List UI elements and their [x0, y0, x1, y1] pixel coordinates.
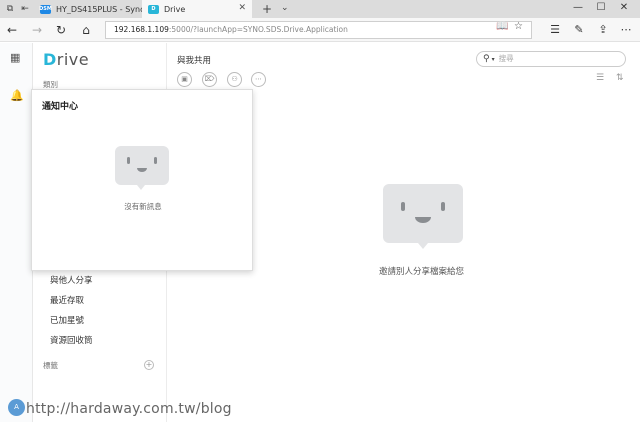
forward-arrow-icon[interactable]: →	[29, 22, 45, 38]
minimize-icon[interactable]: —	[571, 2, 585, 13]
tab-list-chevron-icon[interactable]: ⌄	[281, 3, 289, 13]
tab-drive[interactable]: D Drive ✕	[142, 0, 252, 18]
set-tabs-aside-icon[interactable]: ⇤	[19, 3, 31, 15]
tab-label: HY_DS415PLUS - Synology I	[56, 4, 142, 14]
left-rail: ▦ 🔔 A	[0, 43, 33, 422]
close-tab-icon[interactable]: ✕	[238, 3, 246, 13]
tab-synology[interactable]: DSM HY_DS415PLUS - Synology I	[34, 0, 142, 18]
speech-tail	[137, 185, 145, 190]
apps-grid-icon[interactable]: ▦	[10, 51, 20, 64]
browser-tab-bar: ⧉ ⇤ DSM HY_DS415PLUS - Synology I D Driv…	[0, 0, 640, 18]
search-icon: ⚲	[483, 54, 490, 64]
avatar[interactable]: A	[8, 399, 25, 416]
back-arrow-icon[interactable]: ←	[4, 22, 20, 38]
drive-logo: Drive	[43, 50, 90, 69]
maximize-icon[interactable]: ☐	[594, 2, 608, 13]
favorites-hub-icon[interactable]: ☰	[548, 23, 562, 37]
more-menu-icon[interactable]: ⋯	[619, 23, 633, 37]
tag-button[interactable]: ⌦	[202, 72, 217, 87]
empty-state-illustration	[383, 184, 463, 249]
speech-tail	[418, 243, 428, 249]
watermark: http://hardaway.com.tw/blog	[26, 401, 232, 417]
notification-empty-text: 沒有新訊息	[124, 202, 162, 211]
no-notification-illustration	[115, 146, 169, 190]
eye	[127, 157, 130, 164]
eye	[154, 157, 157, 164]
reading-view-icon[interactable]: 📖	[496, 21, 508, 32]
url-host: 192.168.1.109	[114, 25, 169, 34]
list-view-icon[interactable]: ☰	[596, 73, 604, 83]
synology-favicon-icon: DSM	[39, 4, 52, 14]
sidebar-item-recycle-bin[interactable]: 資源回收筒	[50, 334, 93, 346]
close-window-icon[interactable]: ✕	[617, 2, 631, 13]
sidebar-item-starred[interactable]: 已加星號	[50, 314, 84, 326]
search-input[interactable]: ⚲ ▾ 搜尋	[476, 51, 626, 67]
drive-favicon-icon: D	[148, 4, 159, 14]
chevron-down-icon: ▾	[491, 56, 495, 63]
favorite-star-icon[interactable]: ☆	[514, 21, 523, 32]
url-path: :5000/?launchApp=SYNO.SDS.Drive.Applicat…	[168, 25, 348, 34]
notification-bell-icon[interactable]: 🔔	[10, 89, 24, 102]
tab-label: Drive	[164, 4, 186, 14]
more-actions-button[interactable]: ⋯	[251, 72, 266, 87]
tab-actions-icon[interactable]: ⧉	[4, 3, 16, 15]
share-user-button[interactable]: ⚇	[227, 72, 242, 87]
address-bar[interactable]: 192.168.1.109:5000/?launchApp=SYNO.SDS.D…	[105, 21, 532, 39]
refresh-icon[interactable]: ↻	[53, 22, 69, 38]
download-button[interactable]: ▣	[177, 72, 192, 87]
eye	[441, 202, 445, 211]
add-tag-button[interactable]: +	[144, 360, 154, 370]
notification-center-popup: 通知中心 沒有新訊息	[31, 89, 253, 271]
page-title: 與我共用	[177, 56, 212, 66]
home-icon[interactable]: ⌂	[78, 22, 94, 38]
empty-state-text: 邀請別人分享檔案給您	[379, 267, 465, 277]
mouth	[137, 168, 147, 172]
mouth	[415, 217, 431, 223]
pen-note-icon[interactable]: ✎	[572, 23, 586, 37]
sort-icon[interactable]: ⇅	[616, 73, 624, 83]
sidebar-item-recent[interactable]: 最近存取	[50, 294, 84, 306]
new-tab-button[interactable]: +	[262, 2, 272, 16]
eye	[401, 202, 405, 211]
share-icon[interactable]: ⇪	[596, 23, 610, 37]
tags-label: 標籤	[43, 361, 58, 370]
browser-nav-bar: ← → ↻ ⌂ 192.168.1.109:5000/?launchApp=SY…	[0, 18, 640, 42]
notification-title: 通知中心	[42, 102, 79, 112]
sidebar-item-shared-with-others[interactable]: 與他人分享	[50, 274, 93, 286]
